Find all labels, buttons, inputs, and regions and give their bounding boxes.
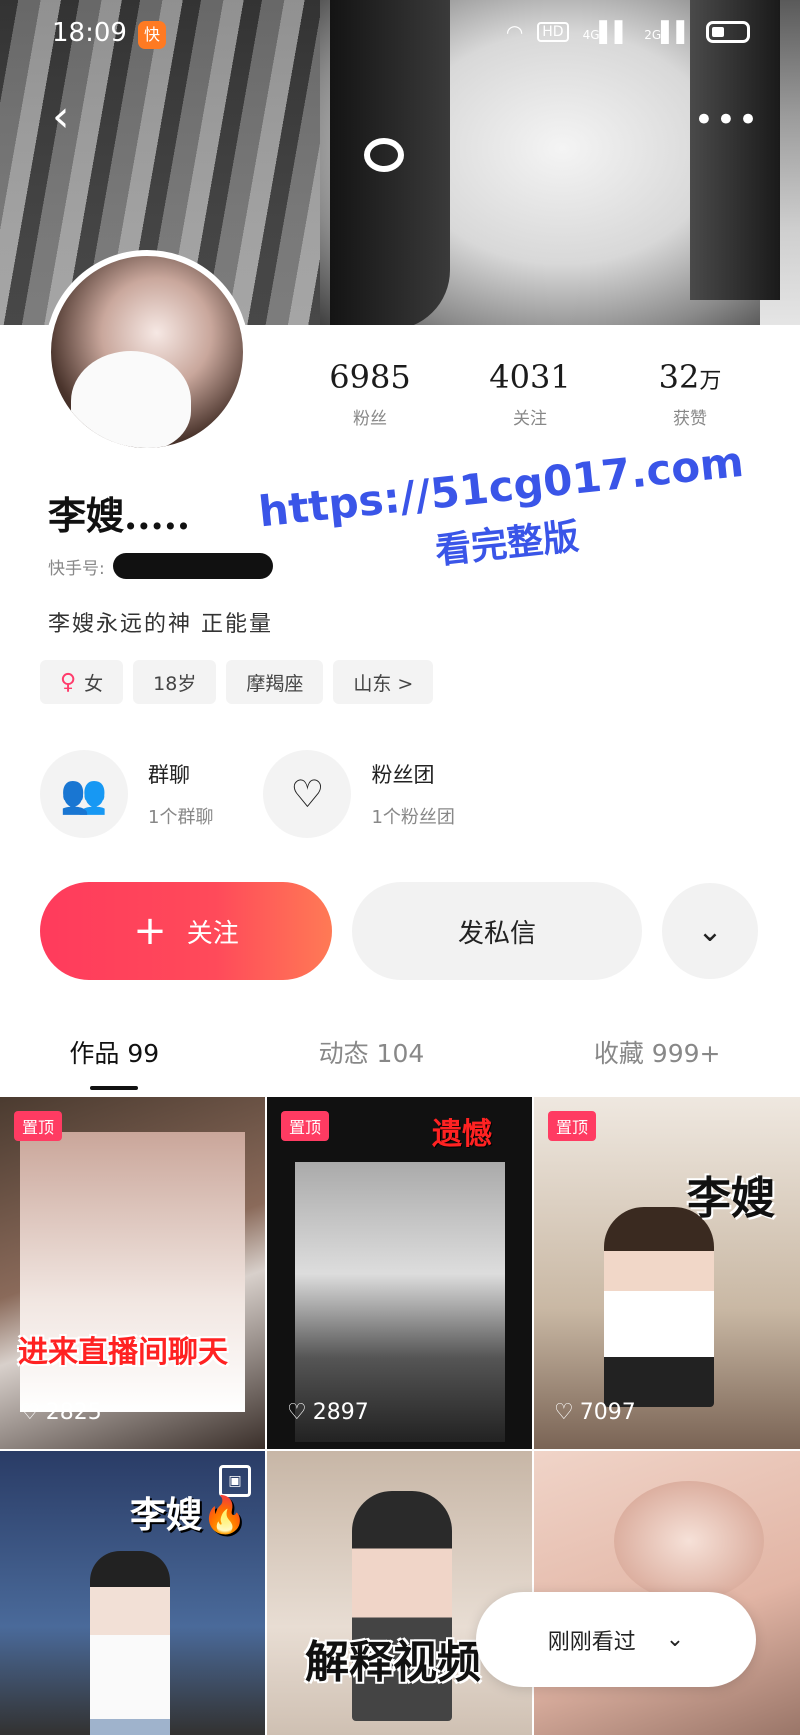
group-chat-count: 1个群聊: [148, 807, 214, 828]
heart-icon: ♡: [554, 1400, 574, 1425]
tab-moments[interactable]: 动态 104: [229, 1010, 515, 1090]
pinned-badge: 置顶: [281, 1111, 330, 1141]
fan-club-count: 1个粉丝团: [371, 807, 455, 828]
stat-fans-value: 6985: [329, 358, 411, 396]
status-bar: 18:09 快 ◠ HD 4G▌▌ 2G▌▌: [0, 0, 800, 70]
tab-favorites[interactable]: 收藏 999+: [514, 1010, 800, 1090]
chevron-down-icon[interactable]: ⌄: [662, 883, 758, 979]
video-thumbnail[interactable]: 置顶 进来直播间聊天 ♡ 2825: [0, 1097, 265, 1449]
stat-following[interactable]: 4031 关注: [450, 358, 610, 429]
plus-icon: +: [133, 908, 167, 954]
kuaishou-id[interactable]: 快手号:: [48, 553, 273, 579]
recently-watched-label: 刚刚看过: [547, 1629, 636, 1655]
stat-likes[interactable]: 32万 获赞: [610, 358, 770, 429]
video-cover: [90, 1551, 170, 1735]
video-caption: 遗憾: [432, 1117, 492, 1152]
recently-watched-button[interactable]: 刚刚看过 ⌄: [476, 1592, 756, 1687]
action-buttons: + 关注 发私信 ⌄: [40, 882, 758, 980]
signal-2g-icon: 2G▌▌: [644, 20, 692, 44]
video-thumbnail[interactable]: ▣ 李嫂🔥: [0, 1451, 265, 1735]
stat-following-value: 4031: [489, 358, 571, 396]
avatar-cat: [71, 351, 191, 448]
kuaishou-logo-icon: [364, 138, 404, 172]
stat-following-label: 关注: [513, 409, 547, 429]
video-caption: 李嫂🔥: [130, 1495, 247, 1536]
follow-label: 关注: [186, 918, 239, 949]
tag-zodiac: 摩羯座: [226, 660, 324, 704]
stat-fans-label: 粉丝: [353, 409, 387, 429]
video-cover: [604, 1207, 714, 1407]
kuaishou-id-label: 快手号:: [48, 558, 105, 579]
group-chat-title: 群聊: [148, 763, 190, 787]
message-button[interactable]: 发私信: [352, 882, 642, 980]
content-tabs: 作品 99 动态 104 收藏 999+: [0, 1010, 800, 1090]
avatar[interactable]: [45, 250, 249, 454]
female-icon: ♀: [60, 669, 77, 695]
video-thumbnail[interactable]: 置顶 李嫂 ♡ 7097: [534, 1097, 800, 1449]
video-likes: ♡ 2897: [287, 1400, 369, 1425]
heart-icon: ♡: [287, 1400, 307, 1425]
status-time: 18:09: [52, 18, 127, 48]
back-button[interactable]: ‹: [52, 95, 92, 145]
video-likes: ♡ 7097: [554, 1400, 636, 1425]
stat-likes-label: 获赞: [673, 409, 707, 429]
follow-button[interactable]: + 关注: [40, 882, 332, 980]
video-likes: ♡ 2825: [20, 1400, 102, 1425]
tag-gender-label: 女: [84, 672, 104, 695]
video-thumbnail[interactable]: 置顶 遗憾 ♡ 2897: [267, 1097, 532, 1449]
more-options-button[interactable]: •••: [694, 100, 760, 140]
double-chevron-down-icon: ⌄: [665, 1627, 685, 1652]
signal-4g-icon: 4G▌▌: [582, 20, 631, 44]
wifi-icon: ◠: [505, 20, 524, 44]
group-chat-entry[interactable]: 👥 群聊 1个群聊: [40, 750, 213, 838]
tag-location[interactable]: 山东 >: [333, 660, 434, 704]
heart-icon: ♡: [20, 1400, 40, 1425]
stat-likes-value: 32万: [658, 358, 722, 396]
app-notification-icon: 快: [138, 21, 166, 49]
fan-club-heart-icon: ♡: [263, 750, 352, 838]
pinned-badge: 置顶: [14, 1111, 63, 1141]
hd-icon: HD: [537, 22, 569, 42]
tag-gender: ♀ 女: [40, 660, 124, 704]
fan-club-entry[interactable]: ♡ 粉丝团 1个粉丝团: [263, 750, 455, 838]
profile-name: 李嫂.....: [48, 493, 191, 538]
video-thumbnail[interactable]: 解释视频: [267, 1451, 532, 1735]
video-cover: [614, 1481, 764, 1601]
tab-works[interactable]: 作品 99: [0, 1010, 229, 1090]
group-entries: 👥 群聊 1个群聊 ♡ 粉丝团 1个粉丝团: [40, 750, 455, 838]
battery-icon: [706, 21, 750, 43]
pinned-badge: 置顶: [548, 1111, 597, 1141]
profile-stats: 6985 粉丝 4031 关注 32万 获赞: [290, 358, 770, 429]
video-caption: 李嫂: [687, 1173, 775, 1224]
profile-tags: ♀ 女 18岁 摩羯座 山东 >: [40, 660, 434, 704]
group-chat-icon: 👥: [40, 750, 128, 838]
tag-age: 18岁: [133, 660, 217, 704]
video-caption: 进来直播间聊天: [18, 1335, 228, 1370]
video-caption: 解释视频: [305, 1637, 481, 1688]
status-icons: ◠ HD 4G▌▌ 2G▌▌: [506, 20, 750, 44]
fan-club-title: 粉丝团: [371, 763, 435, 787]
stat-fans[interactable]: 6985 粉丝: [290, 358, 450, 429]
profile-bio: 李嫂永远的神 正能量: [48, 612, 273, 637]
